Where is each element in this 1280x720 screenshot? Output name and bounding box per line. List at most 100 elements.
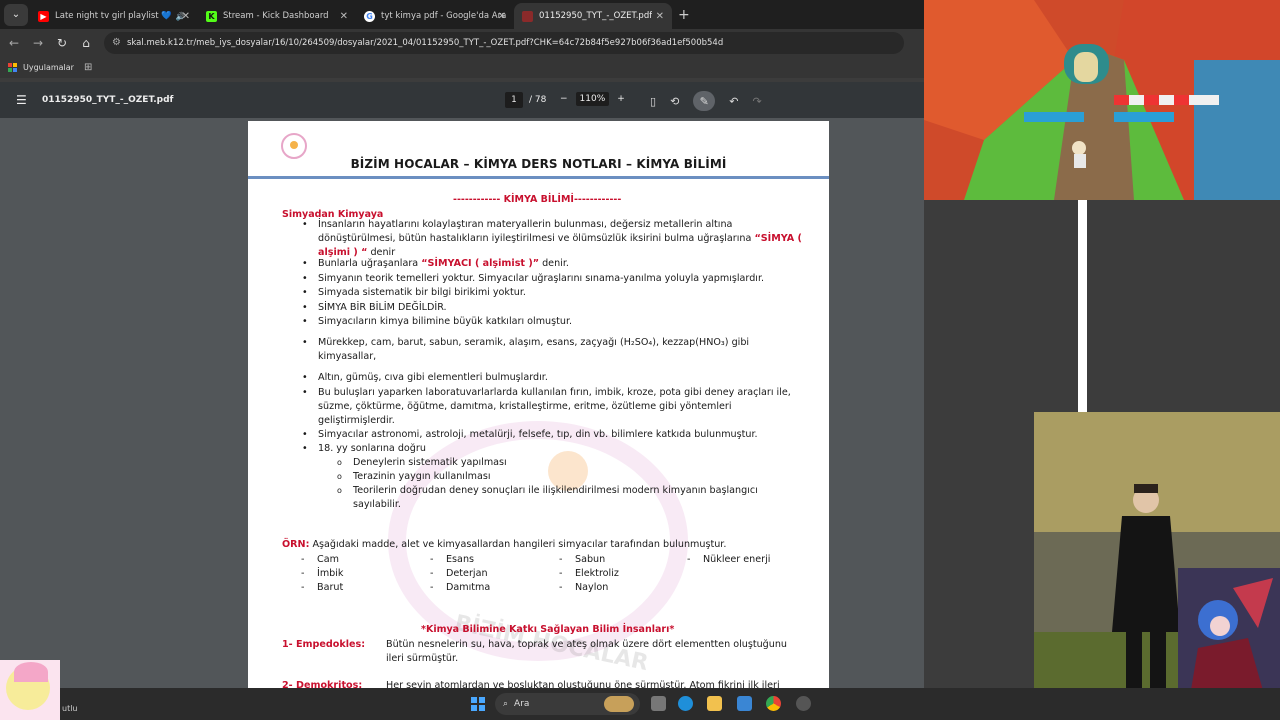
- redo-icon[interactable]: ↷: [753, 95, 762, 108]
- bullet-text: Simyacılar astronomi, astroloji, metalür…: [318, 429, 758, 440]
- close-icon[interactable]: ✕: [656, 11, 664, 22]
- obs-icon[interactable]: [796, 696, 811, 711]
- bullet-item: SİMYA BİR BİLİM DEĞİLDİR.: [302, 301, 808, 315]
- sub-bullet-item: Deneylerin sistematik yapılması: [337, 456, 783, 470]
- tab-search-button[interactable]: ⌄: [4, 3, 28, 26]
- file-explorer-icon[interactable]: [707, 696, 722, 711]
- chrome-icon[interactable]: [766, 696, 781, 711]
- scientist-description: Her şeyin atomlardan ve boşluktan oluştu…: [386, 680, 780, 688]
- bullet-text: 18. yy sonlarına doğru: [318, 443, 426, 454]
- search-label: Ara: [514, 699, 530, 709]
- zoom-level[interactable]: 110%: [575, 92, 610, 106]
- address-bar[interactable]: ⚙ skal.meb.k12.tr/meb_iys_dosyalar/16/10…: [104, 31, 904, 54]
- pdf-icon: [522, 10, 533, 22]
- tab-google[interactable]: G tyt kimya pdf - Google'da Ara ✕: [356, 3, 514, 29]
- example-label: ÖRN:: [282, 539, 310, 550]
- example-option: Nükleer enerji: [687, 554, 771, 565]
- zoom-out-button[interactable]: −: [560, 94, 568, 104]
- windows-start-icon[interactable]: [471, 697, 485, 711]
- scientist-description: Bütün nesnelerin su, hava, toprak ve ate…: [386, 639, 787, 664]
- user-label: utlu: [62, 704, 78, 713]
- tab-title: 01152950_TYT_-_OZET.pdf: [539, 11, 653, 21]
- scrollbar[interactable]: [1078, 200, 1087, 412]
- tab-kick[interactable]: K Stream - Kick Dashboard ✕: [198, 3, 356, 29]
- back-arrow-icon[interactable]: ←: [2, 36, 26, 50]
- game-scene: [924, 0, 1280, 200]
- bullet-item: Simyanın teorik temelleri yoktur. Simyac…: [302, 272, 808, 286]
- bullet-text: Simyacıların kimya bilimine büyük katkıl…: [318, 316, 573, 327]
- pdf-page: BİZİM HOCALAR – KİMYA DERS NOTLARI – KİM…: [248, 121, 829, 688]
- example-option: Damıtma: [430, 582, 490, 593]
- taskbar-search[interactable]: ⌕ Ara: [495, 693, 640, 715]
- example-option: Cam: [301, 554, 339, 565]
- title-divider: [248, 176, 829, 179]
- bullet-item: Bu buluşları yaparken laboratuvarlarlard…: [302, 386, 808, 428]
- site-info-icon[interactable]: ⚙: [112, 37, 121, 48]
- taskbar: utlu ⌕ Ara: [0, 660, 1280, 720]
- tab-pdf[interactable]: 01152950_TYT_-_OZET.pdf ✕: [514, 3, 672, 29]
- google-icon: G: [364, 10, 375, 22]
- bullet-text: Simyada sistematik bir bilgi birikimi yo…: [318, 287, 526, 298]
- bullet-item: Simyada sistematik bir bilgi birikimi yo…: [302, 286, 808, 300]
- scientist-name: 1- Empedokles:: [282, 639, 366, 650]
- document-title: BİZİM HOCALAR – KİMYA DERS NOTLARI – KİM…: [350, 157, 727, 171]
- game-overlay: [924, 0, 1280, 200]
- page-total: / 78: [529, 95, 547, 105]
- bookmarks-bar: Uygulamalar ⊞: [0, 56, 924, 78]
- task-view-icon[interactable]: [651, 696, 666, 711]
- undo-icon[interactable]: ↶: [729, 95, 738, 108]
- example-option: Sabun: [559, 554, 605, 565]
- reload-icon[interactable]: ↻: [50, 36, 74, 50]
- example-line: ÖRN: Aşağıdaki madde, alet ve kimyasalla…: [282, 538, 726, 552]
- rotate-icon[interactable]: ⟲: [670, 95, 679, 108]
- zoom-in-button[interactable]: +: [617, 94, 625, 104]
- school-logo: [281, 133, 307, 159]
- page-number-input[interactable]: 1: [505, 92, 523, 108]
- annotate-icon[interactable]: ✎: [693, 91, 716, 111]
- close-icon[interactable]: ✕: [340, 11, 348, 22]
- menu-icon[interactable]: ☰: [16, 93, 28, 107]
- chevron-down-icon: ⌄: [11, 9, 21, 20]
- kick-icon: K: [206, 10, 217, 22]
- bullet-text: Altın, gümüş, cıva gibi elementleri bulm…: [318, 372, 548, 383]
- fit-page-icon[interactable]: ▯: [650, 95, 656, 108]
- apps-icon: [8, 62, 17, 72]
- tab-title: Stream - Kick Dashboard: [223, 11, 329, 21]
- page-indicator: 1 / 78: [505, 92, 546, 108]
- pdf-tools: ▯ ⟲ ✎ ↶ ↷: [650, 91, 762, 111]
- bullet-item: Bunlarla uğraşanlara “SİMYACI ( alşimist…: [302, 257, 808, 271]
- bullet-item: Simyacılar astronomi, astroloji, metalür…: [302, 428, 808, 442]
- search-highlight-image: [604, 696, 634, 712]
- forward-arrow-icon[interactable]: →: [26, 36, 50, 50]
- new-tab-button[interactable]: +: [678, 7, 690, 23]
- bullet-item: İnsanların hayatlarını kolaylaştıran mat…: [302, 218, 808, 260]
- bullet-text: İnsanların hayatlarını kolaylaştıran mat…: [318, 219, 755, 244]
- edge-icon[interactable]: [678, 696, 693, 711]
- bullet-text: Simyanın teorik temelleri yoktur. Simyac…: [318, 273, 765, 284]
- scientist-name: 2- Demokritos:: [282, 680, 363, 688]
- example-question: Aşağıdaki madde, alet ve kimyasallardan …: [309, 539, 727, 550]
- close-icon[interactable]: ✕: [182, 11, 190, 22]
- bullet-item: Mürekkep, cam, barut, sabun, seramik, al…: [302, 336, 808, 364]
- grid-icon[interactable]: ⊞: [84, 62, 92, 73]
- example-option: Elektroliz: [559, 568, 619, 579]
- bullet-text: SİMYA BİR BİLİM DEĞİLDİR.: [318, 302, 447, 313]
- bullet-highlight: “SİMYACI ( alşimist )”: [421, 258, 540, 269]
- bullet-item: 18. yy sonlarına doğru: [302, 442, 808, 456]
- close-icon[interactable]: ✕: [498, 11, 506, 22]
- pony-avatar-overlay: [0, 660, 60, 720]
- tab-title: tyt kimya pdf - Google'da Ara: [381, 11, 506, 21]
- store-icon[interactable]: [737, 696, 752, 711]
- bullet-item: Simyacıların kimya bilimine büyük katkıl…: [302, 315, 808, 329]
- navigation-bar: ← → ↻ ⌂ ⚙ skal.meb.k12.tr/meb_iys_dosyal…: [0, 29, 924, 56]
- tab-title: Late night tv girl playlist 💙: [55, 11, 172, 21]
- apps-bookmark[interactable]: Uygulamalar: [23, 63, 74, 72]
- section-header: ------------ KİMYA BİLİMİ------------: [453, 194, 622, 205]
- home-icon[interactable]: ⌂: [74, 36, 98, 50]
- search-icon: ⌕: [503, 699, 509, 709]
- url-text: skal.meb.k12.tr/meb_iys_dosyalar/16/10/2…: [126, 37, 724, 48]
- tab-youtube[interactable]: ▶ Late night tv girl playlist 💙 🔊 ✕: [30, 3, 198, 29]
- scientists-header: *Kimya Bilimine Katkı Sağlayan Bilim İns…: [421, 624, 675, 635]
- example-option: Esans: [430, 554, 474, 565]
- pdf-viewport[interactable]: BİZİM HOCALAR – KİMYA DERS NOTLARI – KİM…: [0, 118, 924, 688]
